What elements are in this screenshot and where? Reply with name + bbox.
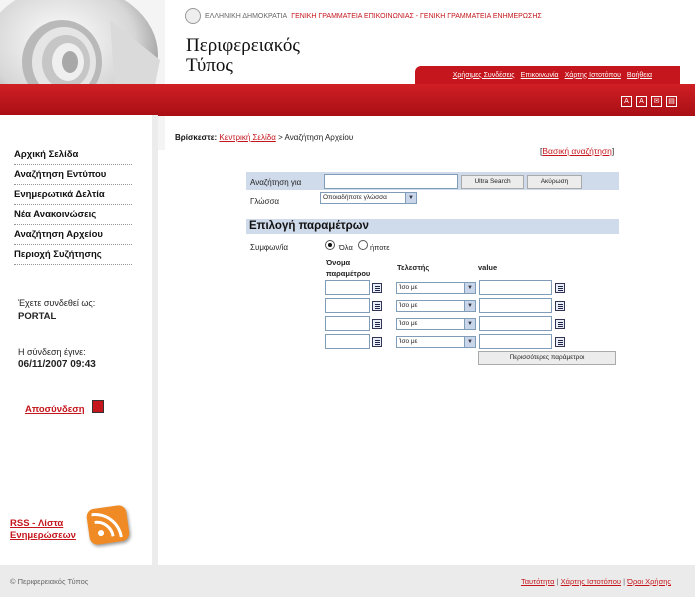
param-row: Ίσο με ▼ — [0, 334, 695, 350]
sidebar-item-newsletters[interactable]: Ενημερωτικά Δελτία — [14, 185, 132, 205]
chevron-down-icon: ▼ — [464, 319, 475, 329]
topnav-useful-links[interactable]: Χρήσιμες Συνδέσεις — [453, 72, 515, 79]
param-row: Ίσο με ▼ — [0, 316, 695, 332]
operator-select[interactable]: Ίσο με ▼ — [396, 300, 476, 312]
rss-link[interactable]: RSS - Λίστα Ενημερώσεων — [10, 518, 90, 542]
footer-copyright: © Περιφερειακός Τύπος — [10, 577, 89, 586]
topnav-help[interactable]: Βοήθεια — [627, 72, 652, 79]
basic-search-link[interactable]: Βασική αναζήτηση — [542, 146, 612, 156]
param-name-input[interactable] — [325, 298, 370, 313]
radio-any[interactable] — [358, 240, 368, 250]
params-heading: Επιλογή παραμέτρων — [246, 219, 619, 234]
list-picker-icon[interactable] — [555, 301, 565, 311]
param-name-input[interactable] — [325, 334, 370, 349]
sidebar-nav: Αρχική Σελίδα Αναζήτηση Εντύπου Ενημερωτ… — [14, 145, 132, 265]
sidebar-item-publication-search[interactable]: Αναζήτηση Εντύπου — [14, 165, 132, 185]
government-bar: ΕΛΛΗΝΙΚΗ ΔΗΜΟΚΡΑΤΙΑ ΓΕΝΙΚΗ ΓΡΑΜΜΑΤΕΙΑ ΕΠ… — [185, 8, 542, 24]
logout-icon[interactable] — [92, 400, 104, 413]
param-row: Ίσο με ▼ — [0, 280, 695, 296]
logout-link[interactable]: Αποσύνδεση — [25, 404, 85, 415]
sidebar-item-announcements[interactable]: Νέα Ανακοινώσεις — [14, 205, 132, 225]
list-picker-icon[interactable] — [372, 319, 382, 329]
operator-select-value: Ίσο με — [399, 320, 418, 327]
gov-secretariats: ΓΕΝΙΚΗ ΓΡΑΜΜΑΤΕΙΑ ΕΠΙΚΟΙΝΩΝΙΑΣ - ΓΕΝΙΚΗ … — [291, 12, 542, 20]
column-header-value: value — [478, 263, 498, 272]
footer-link-terms[interactable]: Όροι Χρήσης — [627, 577, 671, 586]
rss-icon[interactable] — [85, 504, 131, 546]
param-row: Ίσο με ▼ — [0, 298, 695, 314]
param-value-input[interactable] — [479, 334, 552, 349]
operator-select-value: Ίσο με — [399, 302, 418, 309]
list-picker-icon[interactable] — [555, 337, 565, 347]
list-picker-icon[interactable] — [555, 319, 565, 329]
site-title-line2: Τύπος — [186, 55, 233, 76]
radio-all-label: Όλα — [339, 243, 353, 252]
column-header-operator: Τελεστής — [397, 263, 430, 272]
list-picker-icon[interactable] — [372, 337, 382, 347]
radio-all[interactable] — [325, 240, 335, 250]
breadcrumb-current: > Αναζήτηση Αρχείου — [278, 133, 354, 142]
sidebar-item-archive-search[interactable]: Αναζήτηση Αρχείου — [14, 225, 132, 245]
language-select-value: Οποιαδήποτε γλώσσα — [323, 194, 387, 201]
sidebar-item-discussion[interactable]: Περιοχή Συζήτησης — [14, 245, 132, 265]
more-params-button[interactable]: Περισσότερες παράμετροι — [478, 351, 616, 365]
operator-select[interactable]: Ίσο με ▼ — [396, 318, 476, 330]
gov-name: ΕΛΛΗΝΙΚΗ ΔΗΜΟΚΡΑΤΙΑ — [205, 12, 288, 20]
radio-any-label: ήποτε — [370, 243, 390, 252]
top-navigation: Χρήσιμες Συνδέσεις Επικοινωνία Χάρτης Ισ… — [415, 66, 680, 84]
param-value-input[interactable] — [479, 316, 552, 331]
language-label: Γλώσσα — [250, 197, 280, 206]
cancel-button[interactable]: Ακύρωση — [527, 175, 582, 189]
footer-link-identity[interactable]: Ταυτότητα — [521, 577, 555, 586]
breadcrumb-prefix: Βρίσκεστε: — [175, 133, 218, 142]
footer-links: Ταυτότητα | Χάρτης Ιστοτόπου | Όροι Χρήσ… — [520, 577, 671, 586]
search-label: Αναζήτηση για — [250, 178, 302, 187]
basic-search-wrapper: [Βασική αναζήτηση] — [540, 146, 615, 156]
footer-link-sitemap[interactable]: Χάρτης Ιστοτόπου — [561, 577, 621, 586]
chevron-down-icon: ▼ — [405, 193, 416, 203]
search-input[interactable] — [324, 174, 458, 189]
language-select[interactable]: Οποιαδήποτε γλώσσα ▼ — [320, 192, 417, 204]
tool-icons: A A ✉ ▤ — [621, 96, 677, 107]
chevron-down-icon: ▼ — [464, 301, 475, 311]
breadcrumb-home[interactable]: Κεντρική Σελίδα — [219, 133, 275, 142]
operator-select[interactable]: Ίσο με ▼ — [396, 282, 476, 294]
font-small-icon[interactable]: A — [621, 96, 632, 107]
column-header-name: Όνομα παραμέτρου — [326, 258, 371, 278]
list-picker-icon[interactable] — [555, 283, 565, 293]
site-title: Περιφερειακός Τύπος — [186, 36, 300, 76]
email-icon[interactable]: ✉ — [651, 96, 662, 107]
list-picker-icon[interactable] — [372, 301, 382, 311]
operator-select[interactable]: Ίσο με ▼ — [396, 336, 476, 348]
operator-select-value: Ίσο με — [399, 284, 418, 291]
operator-select-value: Ίσο με — [399, 338, 418, 345]
topnav-sitemap[interactable]: Χάρτης Ιστοτόπου — [565, 72, 621, 79]
font-large-icon[interactable]: A — [636, 96, 647, 107]
breadcrumb: Βρίσκεστε: Κεντρική Σελίδα > Αναζήτηση Α… — [175, 133, 353, 142]
ultra-search-button[interactable]: Ultra Search — [461, 175, 524, 189]
param-value-input[interactable] — [479, 298, 552, 313]
chevron-down-icon: ▼ — [464, 337, 475, 347]
red-banner — [0, 84, 695, 116]
sidebar-item-home[interactable]: Αρχική Σελίδα — [14, 145, 132, 165]
param-name-input[interactable] — [325, 316, 370, 331]
site-title-line1: Περιφερειακός — [186, 35, 300, 56]
chevron-down-icon: ▼ — [464, 283, 475, 293]
param-value-input[interactable] — [479, 280, 552, 295]
page-footer: © Περιφερειακός Τύπος Ταυτότητα | Χάρτης… — [0, 565, 695, 597]
topnav-contact[interactable]: Επικοινωνία — [521, 72, 559, 79]
greek-emblem-icon — [185, 8, 201, 24]
print-icon[interactable]: ▤ — [666, 96, 677, 107]
agreement-label: Συμφων/ία — [250, 243, 288, 252]
page-header: ΕΛΛΗΝΙΚΗ ΔΗΜΟΚΡΑΤΙΑ ΓΕΝΙΚΗ ΓΡΑΜΜΑΤΕΙΑ ΕΠ… — [0, 0, 695, 150]
connection-time: 06/11/2007 09:43 — [18, 359, 96, 370]
param-name-input[interactable] — [325, 280, 370, 295]
list-picker-icon[interactable] — [372, 283, 382, 293]
